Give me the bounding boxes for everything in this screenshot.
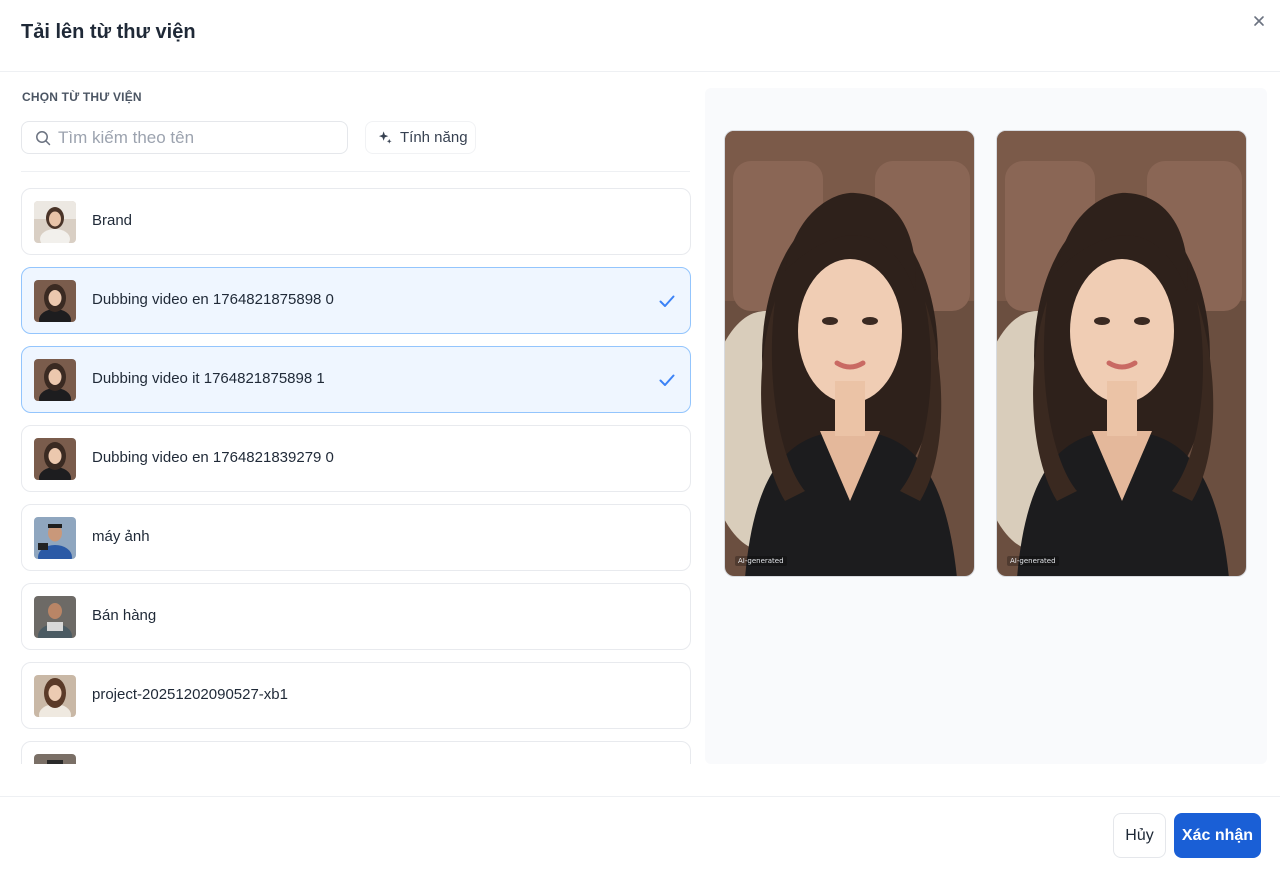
- divider: [21, 171, 690, 172]
- section-label: CHỌN TỪ THƯ VIỆN: [22, 90, 142, 104]
- item-label: Dubbing video it 1764821875898 1: [92, 370, 325, 387]
- ai-generated-badge: AI-generated: [735, 556, 787, 566]
- cancel-button[interactable]: Hủy: [1113, 813, 1166, 858]
- list-item[interactable]: máy ảnh: [21, 504, 691, 571]
- list-item[interactable]: project-20251202090527-xb1: [21, 662, 691, 729]
- ai-generated-badge: AI-generated: [1007, 556, 1059, 566]
- sparkle-icon: [378, 131, 392, 144]
- item-label: project-20251202090527-xb1: [92, 686, 288, 703]
- list-item[interactable]: Dubbing video en 1764821875898 0: [21, 267, 691, 334]
- item-label: Brand: [92, 212, 133, 229]
- preview-panel: AI-generated AI-generated: [705, 88, 1267, 764]
- item-thumbnail: [34, 359, 76, 401]
- list-item[interactable]: Dubbing video en 1764821839279 0: [21, 425, 691, 492]
- preview-image: AI-generated: [996, 130, 1247, 577]
- item-thumbnail: [34, 675, 76, 717]
- item-thumbnail: [34, 517, 76, 559]
- item-label: Bán hàng: [92, 607, 157, 624]
- item-label: Dubbing video en 1764821875898 0: [92, 291, 334, 308]
- item-thumbnail: [34, 438, 76, 480]
- list-item[interactable]: [21, 741, 691, 764]
- dialog-title: Tải lên từ thư viện: [21, 21, 196, 43]
- item-label: máy ảnh: [92, 528, 150, 545]
- item-thumbnail: [34, 596, 76, 638]
- preview-image: AI-generated: [724, 130, 975, 577]
- item-thumbnail: [34, 754, 76, 764]
- dialog-footer: [0, 796, 1280, 869]
- dialog-header: Tải lên từ thư viện: [0, 0, 1280, 72]
- list-item[interactable]: Dubbing video it 1764821875898 1: [21, 346, 691, 413]
- list-item[interactable]: Bán hàng: [21, 583, 691, 650]
- library-list[interactable]: Brand Dubbing video en 1764821875898 0 D…: [21, 188, 691, 764]
- item-thumbnail: [34, 280, 76, 322]
- search-icon: [36, 131, 51, 146]
- item-thumbnail: [34, 201, 76, 243]
- check-icon: [659, 295, 675, 307]
- feature-button[interactable]: Tính năng: [365, 121, 476, 154]
- check-icon: [659, 374, 675, 386]
- search-box: [21, 121, 348, 154]
- confirm-button[interactable]: Xác nhận: [1174, 813, 1261, 858]
- feature-button-label: Tính năng: [400, 129, 468, 146]
- list-item[interactable]: Brand: [21, 188, 691, 255]
- search-input[interactable]: [58, 122, 338, 153]
- close-icon[interactable]: [1250, 12, 1268, 30]
- item-label: Dubbing video en 1764821839279 0: [92, 449, 334, 466]
